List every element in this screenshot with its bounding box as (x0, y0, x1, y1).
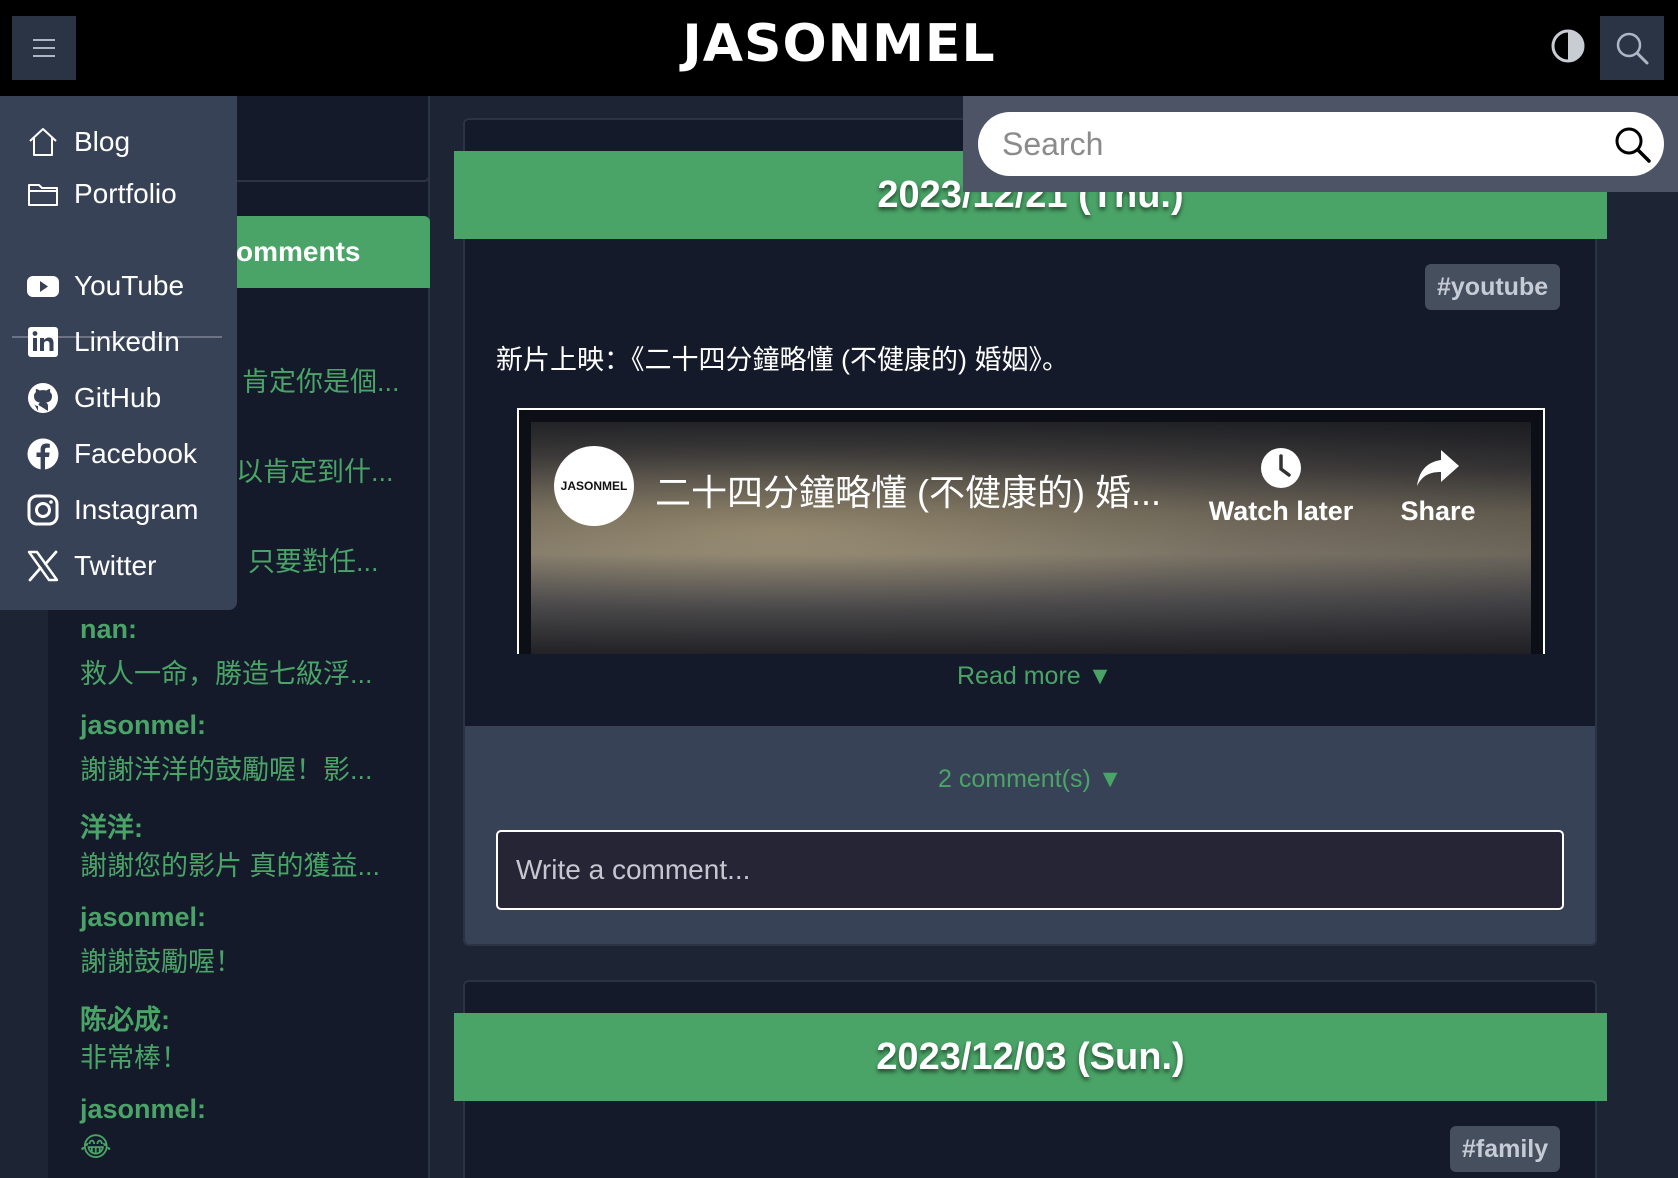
instagram-icon (27, 494, 59, 526)
video-embed (517, 408, 1545, 654)
comment-text[interactable]: 救人一命，勝造七級浮... (80, 652, 373, 691)
recent-comments-title: omments (236, 236, 361, 267)
comment-author: 陈必成: (80, 1005, 170, 1035)
search-toggle-button[interactable] (1600, 16, 1664, 80)
comment-text[interactable]: 😂 (80, 1132, 112, 1163)
nav-item-linkedin[interactable]: LinkedIn (26, 320, 180, 364)
nav-item-label: Instagram (74, 494, 199, 525)
read-more-link[interactable]: Read more ▼ (957, 662, 1112, 691)
nav-item-label: Portfolio (74, 178, 177, 209)
github-icon (28, 383, 58, 413)
comment-text[interactable]: 非常棒！ (80, 1036, 188, 1075)
post-tag[interactable]: #youtube (1425, 264, 1561, 310)
share-button[interactable]: Share (1388, 446, 1488, 527)
watch-later-button[interactable]: Watch later (1206, 446, 1356, 527)
comment-text[interactable]: 謝謝鼓勵喔！ (80, 940, 242, 979)
theme-toggle-icon[interactable] (1550, 28, 1586, 64)
search-icon (1616, 32, 1649, 65)
share-label: Share (1400, 496, 1476, 526)
facebook-icon (27, 438, 59, 470)
search-input[interactable] (1002, 112, 1582, 176)
post-date-banner: 2023/12/03 (Sun.) (454, 1013, 1607, 1101)
nav-item-label: LinkedIn (74, 326, 180, 357)
nav-item-label: Blog (74, 126, 131, 157)
comment-count-toggle[interactable]: 2 comment(s) ▼ (938, 765, 1123, 794)
site-logo[interactable]: JASONMEL (0, 14, 1678, 74)
nav-item-instagram[interactable]: Instagram (26, 488, 199, 532)
sidebar-comment-partial[interactable]: 只要對任... (248, 540, 379, 579)
nav-item-blog[interactable]: Blog (26, 120, 130, 164)
nav-item-label: GitHub (74, 382, 162, 413)
folder-icon (28, 184, 58, 206)
comment-author: jasonmel: (80, 902, 207, 932)
sidebar-comment-partial[interactable]: 以肯定到什... (236, 450, 394, 489)
comment-author: jasonmel: (80, 710, 207, 740)
search-submit-icon[interactable] (1614, 126, 1652, 164)
post-text: 新片上映：《二十四分鐘略懂 (不健康的) 婚姻》。 (496, 345, 1069, 375)
video-title[interactable]: 二十四分鐘略懂 (不健康的) 婚... (655, 464, 1161, 516)
video-thumbnail[interactable] (531, 422, 1531, 654)
nav-item-facebook[interactable]: Facebook (26, 432, 197, 476)
clock-icon (1261, 448, 1301, 488)
nav-menu: Blog Portfolio YouTube LinkedIn GitHub F… (0, 96, 237, 610)
share-arrow-icon (1417, 450, 1459, 486)
nav-item-github[interactable]: GitHub (26, 376, 161, 420)
comment-text[interactable]: 謝謝洋洋的鼓勵喔！影... (80, 748, 373, 787)
nav-item-youtube[interactable]: YouTube (26, 264, 184, 308)
top-navbar: JASONMEL (0, 0, 1678, 96)
watch-later-label: Watch later (1208, 496, 1354, 526)
youtube-icon (27, 276, 59, 297)
nav-item-label: YouTube (74, 270, 185, 301)
x-icon (27, 550, 59, 582)
comment-author: jasonmel: (80, 1094, 207, 1124)
post-tag[interactable]: #family (1450, 1126, 1561, 1172)
comment-text[interactable]: 謝謝您的影片 真的獲益... (80, 844, 380, 883)
house-icon (29, 128, 57, 156)
nav-item-portfolio[interactable]: Portfolio (26, 172, 177, 216)
comment-author: 洋洋: (80, 813, 143, 843)
sidebar-comment-partial[interactable]: 肯定你是個... (242, 360, 400, 399)
comment-input[interactable] (496, 830, 1564, 910)
comment-author: nan: (80, 614, 137, 644)
nav-item-twitter[interactable]: Twitter (26, 544, 156, 588)
channel-avatar[interactable]: JASONMEL (554, 446, 634, 526)
linkedin-icon (28, 327, 58, 357)
nav-item-label: Facebook (74, 438, 197, 469)
search-box (978, 112, 1664, 176)
nav-item-label: Twitter (74, 550, 157, 581)
